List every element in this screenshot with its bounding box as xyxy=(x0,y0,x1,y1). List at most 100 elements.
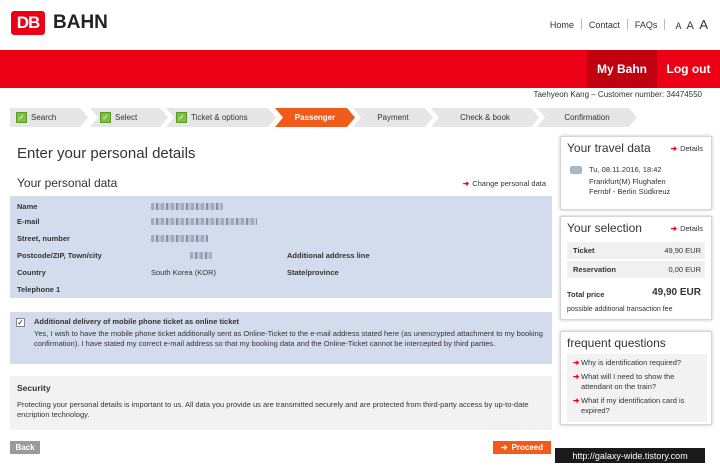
state-label: State/province xyxy=(287,268,339,277)
travel-data-panel: Your travel data ➔ Details Tu, 08.11.2016… xyxy=(560,136,712,210)
step-search[interactable]: ✓ Search xyxy=(10,108,88,127)
ticket-row: Ticket 49,90 EUR xyxy=(567,242,705,259)
back-button[interactable]: Back xyxy=(10,441,40,454)
step-check-book: Check & book xyxy=(431,108,539,127)
option-title: Additional delivery of mobile phone tick… xyxy=(34,317,240,326)
faq-item[interactable]: ➔ What if my identification card is expir… xyxy=(573,396,707,416)
divider xyxy=(664,19,666,30)
ticket-label: Ticket xyxy=(573,246,595,255)
proceed-label: Proceed xyxy=(511,443,544,452)
logo-text: BAHN xyxy=(53,12,108,33)
redacted-postcode xyxy=(190,252,212,259)
country-label: Country xyxy=(17,268,46,277)
transaction-fee-note: possible additional transaction fee xyxy=(567,306,673,313)
panel-title: Your travel data xyxy=(567,141,651,155)
online-ticket-option: ✓ Additional delivery of mobile phone ti… xyxy=(10,312,552,364)
top-header: DB BAHN Home Contact FAQs A A A xyxy=(0,0,720,50)
reservation-value: 0,00 EUR xyxy=(668,265,701,274)
section-title: Your personal data xyxy=(17,176,118,190)
country-value: South Korea (KOR) xyxy=(151,268,217,277)
travel-route: Frankfurt(M) Flughafen Fernbf - Berlin S… xyxy=(589,177,670,197)
step-label: Check & book xyxy=(460,113,510,122)
security-title: Security xyxy=(17,383,51,393)
customer-info: Taehyeon Kang – Customer number: 3447455… xyxy=(533,90,702,99)
page-title: Enter your personal details xyxy=(17,145,196,162)
step-ticket-options[interactable]: ✓ Ticket & options xyxy=(166,108,276,127)
arrow-right-icon: ➔ xyxy=(670,144,678,153)
selection-details-link[interactable]: ➔ Details xyxy=(671,224,703,233)
font-size-large[interactable]: A xyxy=(699,17,708,32)
train-icon xyxy=(570,166,582,174)
arrow-right-icon: ➔ xyxy=(573,396,580,405)
option-description: Yes, I wish to have the mobile phone tic… xyxy=(34,329,543,348)
panel-title: Your selection xyxy=(567,221,642,235)
step-label: Passenger xyxy=(294,113,336,122)
arrow-right-icon: ➔ xyxy=(573,358,580,367)
faq-item[interactable]: ➔ What will I need to show the attendant … xyxy=(573,372,707,392)
panel-title: frequent questions xyxy=(567,336,666,350)
arrow-right-icon: ➔ xyxy=(462,179,470,188)
step-label: Payment xyxy=(377,113,409,122)
link-label: Details xyxy=(680,144,703,153)
selection-panel: Your selection ➔ Details Ticket 49,90 EUR… xyxy=(560,216,712,320)
faqs-link[interactable]: FAQs xyxy=(635,20,658,30)
divider xyxy=(626,19,628,30)
faq-item[interactable]: ➔ Why is identification required? xyxy=(573,358,707,368)
step-passenger: Passenger xyxy=(275,108,355,127)
font-size-medium[interactable]: A xyxy=(686,20,693,32)
my-bahn-button[interactable]: My Bahn xyxy=(587,50,657,88)
contact-link[interactable]: Contact xyxy=(589,20,620,30)
home-link[interactable]: Home xyxy=(550,20,574,30)
link-label: Change personal data xyxy=(472,179,546,188)
postcode-label: Postcode/ZIP, Town/city xyxy=(17,251,102,260)
additional-address-label: Additional address line xyxy=(287,251,370,260)
checkmark-icon: ✓ xyxy=(16,112,27,123)
step-payment: Payment xyxy=(353,108,433,127)
step-label: Search xyxy=(31,113,57,122)
total-value: 49,90 EUR xyxy=(652,287,701,298)
arrow-right-icon: ➔ xyxy=(573,372,580,381)
online-ticket-checkbox[interactable]: ✓ xyxy=(16,318,25,327)
security-notice: Security Protecting your personal detail… xyxy=(10,376,552,430)
street-label: Street, number xyxy=(17,234,70,243)
reservation-label: Reservation xyxy=(573,265,616,274)
route-line: Frankfurt(M) Flughafen xyxy=(589,177,666,186)
step-confirmation: Confirmation xyxy=(537,108,637,127)
logo-mark: DB xyxy=(11,11,45,35)
total-label: Total price xyxy=(567,290,605,299)
reservation-row: Reservation 0,00 EUR xyxy=(567,261,705,278)
font-size-small[interactable]: A xyxy=(675,21,681,31)
arrow-right-icon: ➔ xyxy=(500,443,508,452)
font-size-controls: A A A xyxy=(672,17,708,32)
arrow-right-icon: ➔ xyxy=(670,224,678,233)
progress-steps: ✓ Search ✓ Select ✓ Ticket & options Pas… xyxy=(10,108,712,127)
faq-question: What will I need to show the attendant o… xyxy=(581,372,675,391)
checkmark-icon: ✓ xyxy=(176,112,187,123)
route-line: Fernbf - Berlin Südkreuz xyxy=(589,187,671,196)
divider xyxy=(580,19,582,30)
faq-panel: frequent questions ➔ Why is identificatio… xyxy=(560,331,712,425)
link-label: Details xyxy=(680,224,703,233)
checkmark-icon: ✓ xyxy=(100,112,111,123)
redacted-street xyxy=(151,235,208,242)
top-links: Home Contact FAQs A A A xyxy=(550,17,708,32)
faq-question: What if my identification card is expire… xyxy=(581,396,685,415)
main-nav-bar: My Bahn Log out xyxy=(0,50,720,88)
step-select[interactable]: ✓ Select xyxy=(90,108,168,127)
watermark: http://galaxy-wide.tistory.com xyxy=(555,448,705,463)
email-label: E-mail xyxy=(17,217,40,226)
travel-date: Tu, 08.11.2016, 18:42 xyxy=(589,165,662,174)
logout-button[interactable]: Log out xyxy=(657,50,720,88)
db-logo[interactable]: DB BAHN xyxy=(11,11,108,35)
security-text: Protecting your personal details is impo… xyxy=(17,400,529,419)
redacted-name xyxy=(151,203,223,210)
proceed-button[interactable]: ➔ Proceed xyxy=(493,441,551,454)
redacted-email xyxy=(151,218,257,225)
change-personal-data-link[interactable]: ➔ Change personal data xyxy=(463,179,546,188)
personal-data-box: Name E-mail Street, number Postcode/ZIP,… xyxy=(10,196,552,298)
step-label: Select xyxy=(115,113,138,122)
ticket-value: 49,90 EUR xyxy=(664,246,701,255)
travel-details-link[interactable]: ➔ Details xyxy=(671,144,703,153)
step-label: Ticket & options xyxy=(191,113,248,122)
faq-question: Why is identification required? xyxy=(581,358,682,367)
